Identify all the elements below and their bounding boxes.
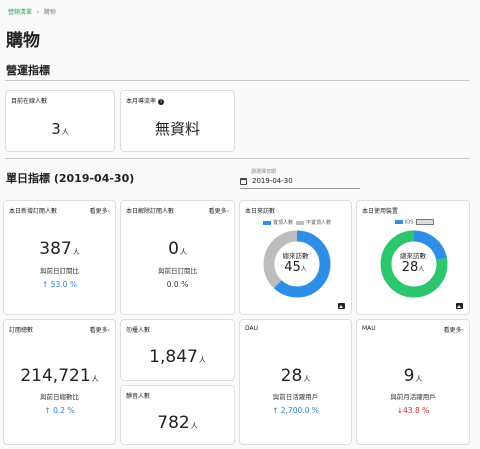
card-label: 本月導流率 i (126, 96, 165, 105)
card-label: 本日來訪數 (245, 208, 276, 215)
donut-center-value: 28人 (401, 260, 425, 275)
arrow-up-icon: ↑ (42, 280, 49, 289)
online-users-value: 3人 (51, 120, 69, 138)
card-label: MAU (362, 325, 376, 332)
do-not-disturb-card: 勿擾人數 1,847人 (120, 319, 235, 381)
breadcrumb-separator: » (36, 9, 40, 16)
card-label: 本日解除訂閱人數 (126, 208, 175, 215)
page-title: 購物 (6, 31, 40, 51)
comparison-label: 與前月活躍用戶 (390, 393, 436, 401)
bounce-rate-card: 本月導流率 i 無資料 (120, 90, 235, 152)
unsubscribers-card: 本日解除訂閱人數 看更多› 0人 與前日訂閱比 0.0 % (120, 200, 235, 315)
comparison-label: 與前日訂閱比 (40, 267, 79, 275)
comparison-label: 與前日總數比 (40, 393, 79, 401)
card-label: 靜音人數 (126, 393, 151, 400)
change-percent: 0.0 % (166, 280, 189, 289)
comparison-label: 與前日活躍用戶 (272, 393, 319, 401)
muted-value: 782人 (157, 413, 198, 433)
legend-swatch (394, 220, 403, 224)
mau-card: MAU 看更多› 9人 與前月活躍用戶 ↓43.8 % (356, 319, 470, 445)
change-percent: ↑ 2,700.0 % (272, 406, 319, 415)
total-subscriptions-card: 訂閱總數 看更多› 214,721人 與前日總數比 ↑ 0.2 % (3, 319, 116, 445)
info-icon[interactable]: i (158, 98, 165, 105)
see-more-link[interactable]: 看更多› (444, 325, 464, 334)
dau-card: DAU 28人 與前日活躍用戶 ↑ 2,700.0 % (239, 319, 352, 445)
donut-center: 總來訪數 45人 (240, 250, 351, 275)
new-subscribers-card: 本日新增訂閱人數 看更多› 387人 與前日訂閱比 ↑ 53.0 % (3, 200, 116, 315)
card-label: DAU (245, 325, 259, 332)
calendar-icon (240, 177, 247, 185)
change-percent: ↑ 53.0 % (42, 280, 77, 289)
chart-legend: iOS (357, 219, 469, 226)
card-label: 本日新增訂閱人數 (9, 208, 58, 215)
dau-value: 28人 (280, 366, 311, 386)
do-not-disturb-value: 1,847人 (149, 347, 206, 367)
donut-center: 總來訪數 28人 (357, 250, 469, 275)
mau-value: 9人 (403, 366, 423, 386)
card-label: 訂閱總數 (9, 327, 34, 334)
legend-swatch (262, 220, 271, 225)
card-label: 本日使用裝置 (362, 208, 399, 215)
change-percent: ↓43.8 % (396, 406, 430, 415)
bounce-rate-value: 無資料 (154, 120, 200, 138)
donut-center-label: 總來訪數 (400, 252, 426, 260)
donut-center-label: 總來訪數 (282, 252, 309, 260)
legend-swatch[interactable] (416, 219, 435, 225)
donut-center-value: 45人 (284, 260, 307, 275)
legend-label[interactable]: iOS (405, 220, 414, 226)
arrow-up-icon: ↑ (272, 406, 279, 415)
arrow-up-icon: ↑ (44, 406, 51, 415)
date-picker-caption: 請選擇日期 (251, 169, 277, 175)
card-label: 勿擾人數 (126, 327, 151, 334)
online-users-card: 目前在線人數 3人 (5, 90, 115, 152)
date-picker[interactable]: 請選擇日期 2019-04-30 (240, 168, 360, 189)
section-divider (5, 80, 470, 81)
breadcrumb: 營銷清單 » 購物 (8, 7, 56, 16)
breadcrumb-parent-link[interactable]: 營銷清單 (8, 9, 32, 16)
comparison-label: 與前日訂閱比 (158, 267, 197, 275)
breadcrumb-current: 購物 (43, 9, 56, 16)
new-subscribers-value: 387人 (39, 239, 80, 259)
change-percent: ↑ 0.2 % (44, 406, 75, 415)
legend-label[interactable]: 不置頂人數 (306, 220, 331, 226)
operations-section-title: 營運指標 (6, 64, 50, 77)
unsubscribers-value: 0人 (168, 239, 187, 259)
date-picker-value[interactable]: 2019-04-30 (252, 177, 293, 185)
legend-swatch (296, 220, 304, 225)
muted-card: 靜音人數 782人 (120, 385, 235, 445)
daily-section-title: 單日指標 (2019-04-30) (6, 172, 135, 185)
card-label: 目前在線人數 (11, 98, 48, 105)
download-image-icon[interactable] (338, 303, 345, 309)
date-picker-underline (240, 188, 360, 189)
visits-card: 本日來訪數 置頂人數 不置頂人數 總來訪數 45人 (239, 200, 352, 315)
section-divider (5, 158, 470, 159)
see-more-link[interactable]: 看更多› (90, 325, 110, 334)
devices-card: 本日使用裝置 iOS 總來訪數 28人 (356, 200, 470, 315)
total-subscriptions-value: 214,721人 (20, 366, 99, 386)
see-more-link[interactable]: 看更多› (90, 206, 110, 215)
chart-legend: 置頂人數 不置頂人數 (240, 219, 351, 226)
download-image-icon[interactable] (456, 303, 463, 309)
see-more-link[interactable]: 看更多› (209, 206, 229, 215)
legend-label[interactable]: 置頂人數 (273, 220, 293, 226)
